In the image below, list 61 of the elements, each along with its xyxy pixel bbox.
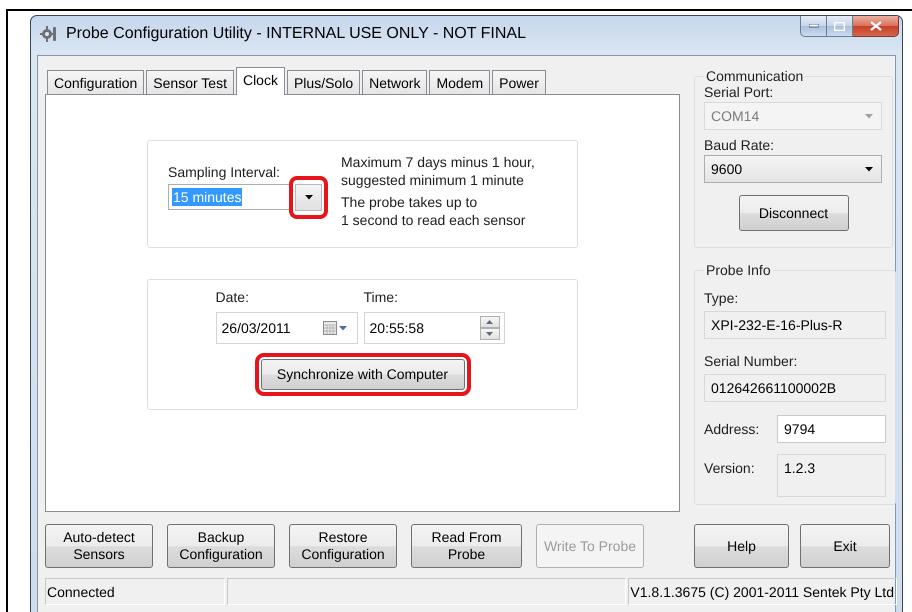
hint-text: Maximum 7 days minus 1 hour, suggested minimum 1 minute (341, 153, 535, 189)
readonly-field: 1.2.3 (777, 454, 886, 497)
field-label: Time: (364, 289, 399, 305)
action-button[interactable]: Restore Configuration (289, 524, 397, 568)
caret-icon[interactable] (338, 326, 346, 330)
group-title: Probe Info (705, 262, 772, 278)
hint-text: The probe takes up to 1 second to read each sensor (341, 193, 526, 229)
field-label: Baud Rate: (704, 137, 776, 153)
tab[interactable]: Sensor Test (146, 70, 234, 94)
close-button[interactable] (853, 16, 899, 37)
combo-value: 15 minutes (172, 188, 242, 206)
readonly-field: 012642661100002B (704, 374, 886, 402)
action-button[interactable]: Auto-detect Sensors (45, 524, 153, 568)
calendar-icon[interactable] (322, 321, 336, 335)
tab[interactable]: Configuration (47, 70, 144, 94)
tab[interactable]: Plus/Solo (286, 70, 360, 94)
down-arrow-icon (486, 332, 493, 336)
tab[interactable]: Power (492, 70, 546, 94)
time-value: 20:55:58 (370, 320, 424, 336)
disconnect-button[interactable]: Disconnect (738, 195, 848, 231)
field-label: Address: (704, 420, 760, 437)
spin-down-button[interactable] (480, 328, 500, 340)
field-label: Serial Number: (704, 353, 798, 369)
minimize-button[interactable] (800, 16, 827, 37)
window-title: Probe Configuration Utility - INTERNAL USE ONLY - NOT FINAL (66, 25, 526, 43)
sync-button[interactable]: Synchronize with Computer (260, 359, 464, 390)
field-label: Sampling Interval: (168, 164, 282, 180)
maximize-button[interactable] (827, 16, 853, 37)
combo-value: 9600 (711, 161, 742, 177)
tab[interactable]: Modem (429, 70, 490, 94)
field-label: Version: (704, 459, 756, 476)
dialog-button[interactable]: Help (694, 524, 789, 568)
dropdown-button[interactable] (295, 184, 322, 210)
caret-icon (304, 194, 312, 200)
date-value: 26/03/2011 (222, 320, 291, 336)
version-text: V1.8.1.3675 (C) 2001-2011 Sentek Pty Ltd (628, 578, 897, 605)
dialog-button[interactable]: Exit (800, 524, 890, 568)
readonly-field: XPI-232-E-16-Plus-R (704, 311, 886, 339)
maximize-icon (834, 22, 845, 30)
tab[interactable]: Network (362, 70, 428, 94)
minimize-icon (808, 24, 818, 28)
date-picker[interactable]: 26/03/2011 (216, 312, 358, 344)
time-field[interactable]: 20:55:58 (364, 312, 504, 344)
combo-value: COM14 (711, 108, 760, 124)
close-icon (870, 21, 882, 31)
tab[interactable]: Clock (236, 67, 285, 95)
up-arrow-icon (486, 320, 493, 324)
action-button[interactable]: Backup Configuration (167, 524, 275, 568)
field-label: Serial Port: (704, 84, 774, 100)
field-label: Date: (216, 289, 250, 305)
dropdown[interactable]: 9600 (704, 155, 882, 183)
action-button: Write To Probe (536, 524, 644, 568)
field-label: Type: (704, 290, 740, 306)
caret-icon (865, 114, 873, 118)
app-icon (40, 25, 58, 43)
status-text: Connected (45, 578, 225, 605)
group-title: Communication (705, 68, 804, 84)
input-field[interactable]: 9794 (777, 415, 886, 443)
caret-icon (865, 166, 873, 172)
spin-up-button[interactable] (480, 316, 500, 328)
action-button[interactable]: Read From Probe (411, 524, 522, 568)
